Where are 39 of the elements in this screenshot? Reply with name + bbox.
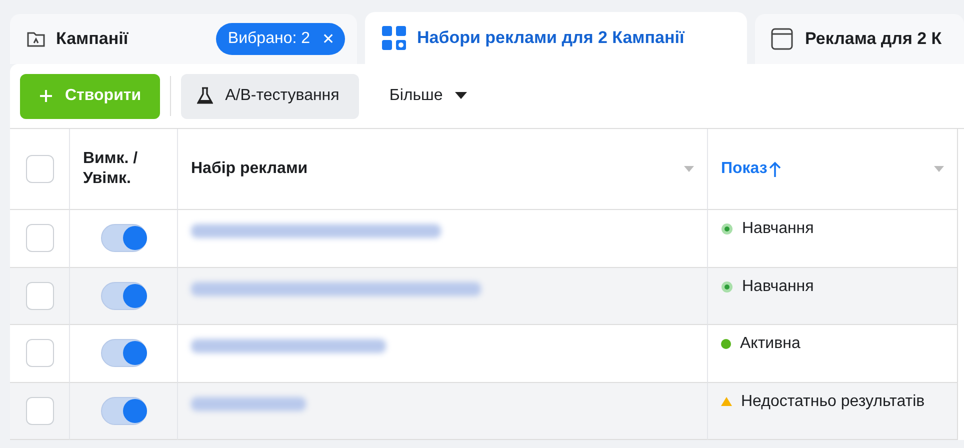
selection-badge[interactable]: Вибрано: 2 ✕ (216, 23, 345, 55)
grid-icon (381, 25, 407, 51)
column-header[interactable]: Показ (721, 159, 768, 179)
caret-icon (454, 92, 467, 100)
column-header[interactable]: Набір реклами (191, 159, 308, 179)
column-header[interactable]: Вимк. / Увімк. (83, 149, 164, 189)
tab-label: Набори реклами для 2 Кампанії (417, 28, 684, 48)
checkbox[interactable] (26, 339, 54, 368)
selection-count: Вибрано: 2 (228, 30, 310, 48)
window-icon (771, 28, 793, 50)
tab-label: Кампанії (56, 29, 128, 49)
close-icon[interactable]: ✕ (322, 30, 335, 48)
checkbox[interactable] (26, 224, 54, 252)
status-text: Активна (740, 335, 800, 353)
status-dot-icon (721, 339, 731, 349)
status-text: Навчання (742, 220, 814, 238)
status-dot-icon (721, 280, 733, 292)
tab-label: Реклама для 2 К (805, 29, 942, 49)
sort-up-arrow-icon[interactable] (769, 161, 782, 177)
flask-icon (197, 87, 214, 105)
toggle-switch[interactable] (100, 339, 146, 368)
tab[interactable]: Кампанії Вибрано: 2 ✕ (10, 14, 357, 64)
status-text: Недостатньо результатів (741, 392, 925, 410)
caret-icon[interactable] (684, 166, 694, 172)
caret-icon[interactable] (934, 166, 944, 172)
ab-test-button[interactable]: A/B-тестування (181, 74, 360, 118)
tab[interactable]: Реклама для 2 К (755, 14, 964, 64)
checkbox[interactable] (26, 396, 54, 425)
toggle-switch[interactable] (100, 396, 146, 425)
status-text: Навчання (742, 278, 814, 296)
toggle-switch[interactable] (100, 282, 146, 310)
more-button[interactable]: Більше (369, 87, 487, 105)
plus-icon (39, 89, 53, 103)
tab[interactable]: Набори реклами для 2 Кампанії (365, 12, 747, 64)
warning-triangle-icon (721, 397, 732, 406)
checkbox[interactable] (26, 155, 54, 183)
status-dot-icon (721, 223, 733, 235)
checkbox[interactable] (26, 282, 54, 310)
toggle-switch[interactable] (100, 224, 146, 252)
